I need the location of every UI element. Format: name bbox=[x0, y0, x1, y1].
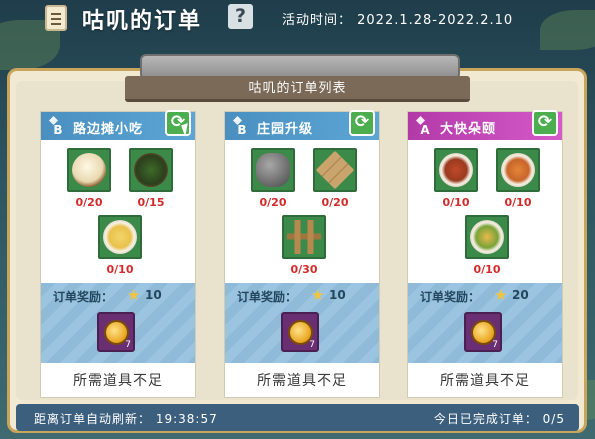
card-title: 庄园升级 bbox=[257, 122, 314, 137]
card-title: 大快朵颐 bbox=[440, 122, 497, 137]
page-title: 咕叽的订单 bbox=[82, 9, 203, 34]
reward-section: 订单奖励： ★ 10 7 bbox=[225, 283, 379, 363]
coin-quantity: 7 bbox=[125, 340, 131, 350]
salad-dish-icon bbox=[470, 220, 504, 254]
star-icon: ★ bbox=[127, 286, 141, 304]
help-button[interactable]: ? bbox=[228, 4, 253, 29]
refresh-order-button[interactable]: ⟳ bbox=[532, 110, 558, 136]
required-item-noodle-dish[interactable] bbox=[98, 215, 142, 259]
order-card: A 大快朵颐 ⟳ 0/10 0/10 0/10 订单奖励： ★ 20 7 所需道… bbox=[407, 110, 563, 398]
coin-reward-slot[interactable]: 7 bbox=[281, 312, 319, 352]
footer-bar: 距离订单自动刷新： 19:38:57 今日已完成订单： 0/5 bbox=[16, 404, 579, 431]
reward-section: 订单奖励： ★ 10 7 bbox=[41, 283, 195, 363]
order-status: 所需道具不足 bbox=[73, 373, 163, 389]
star-icon: ★ bbox=[311, 286, 325, 304]
card-header: B 庄园升级 ⟳ bbox=[225, 110, 379, 140]
egg-dish-icon bbox=[72, 153, 106, 187]
reward-section: 订单奖励： ★ 20 7 bbox=[408, 283, 562, 363]
star-reward-value: 20 bbox=[512, 288, 529, 302]
order-status: 所需道具不足 bbox=[257, 373, 347, 389]
item-count: 0/15 bbox=[137, 196, 165, 209]
reward-label: 订单奖励： bbox=[420, 290, 481, 304]
coin-quantity: 7 bbox=[309, 340, 315, 350]
item-count: 0/20 bbox=[259, 196, 287, 209]
card-title: 路边摊小吃 bbox=[73, 122, 144, 137]
required-item-wood-plank[interactable] bbox=[313, 148, 357, 192]
refresh-order-button[interactable]: ⟳ bbox=[349, 110, 375, 136]
card-header: B 路边摊小吃 ⟳ bbox=[41, 110, 195, 140]
roast-meat-icon bbox=[439, 153, 473, 187]
order-card: B 庄园升级 ⟳ 0/20 0/20 0/30 订单奖励： ★ 10 7 所需道… bbox=[224, 110, 380, 398]
header: 咕叽的订单 ? 活动时间： 2022.1.28-2022.2.10 bbox=[0, 0, 595, 36]
required-item-salad-dish[interactable] bbox=[465, 215, 509, 259]
completed-orders-count: 今日已完成订单： 0/5 bbox=[433, 412, 565, 426]
stone-icon bbox=[256, 153, 290, 187]
star-reward-value: 10 bbox=[145, 288, 162, 302]
required-item-stone[interactable] bbox=[251, 148, 295, 192]
grade-badge: B bbox=[47, 116, 69, 138]
reward-label: 订单奖励： bbox=[53, 290, 114, 304]
item-count: 0/20 bbox=[321, 196, 349, 209]
coin-reward-slot[interactable]: 7 bbox=[97, 312, 135, 352]
required-item-fish-dish[interactable] bbox=[496, 148, 540, 192]
item-count: 0/30 bbox=[290, 263, 318, 276]
fence-post-icon bbox=[287, 220, 321, 254]
required-item-fried-greens[interactable] bbox=[129, 148, 173, 192]
item-count: 0/10 bbox=[504, 196, 532, 209]
coin-quantity: 7 bbox=[492, 340, 498, 350]
item-count: 0/20 bbox=[75, 196, 103, 209]
grade-badge: B bbox=[231, 116, 253, 138]
item-count: 0/10 bbox=[473, 263, 501, 276]
coin-reward-slot[interactable]: 7 bbox=[464, 312, 502, 352]
item-count: 0/10 bbox=[442, 196, 470, 209]
order-list-sign: 咕叽的订单列表 bbox=[125, 76, 470, 102]
noodle-dish-icon bbox=[103, 220, 137, 254]
event-period: 活动时间： 2022.1.28-2022.2.10 bbox=[282, 13, 514, 28]
fried-greens-icon bbox=[134, 153, 168, 187]
order-status: 所需道具不足 bbox=[440, 373, 530, 389]
reward-label: 订单奖励： bbox=[237, 290, 298, 304]
required-item-egg-dish[interactable] bbox=[67, 148, 111, 192]
order-card: B 路边摊小吃 ⟳ 0/20 0/15 0/10 订单奖励： ★ 10 7 所需… bbox=[40, 110, 196, 398]
grade-badge: A bbox=[414, 116, 436, 138]
star-icon: ★ bbox=[494, 286, 508, 304]
item-count: 0/10 bbox=[106, 263, 134, 276]
wood-plank-icon bbox=[315, 150, 355, 190]
auto-refresh-timer: 距离订单自动刷新： 19:38:57 bbox=[34, 412, 218, 426]
required-item-fence-post[interactable] bbox=[282, 215, 326, 259]
required-item-roast-meat[interactable] bbox=[434, 148, 478, 192]
star-reward-value: 10 bbox=[329, 288, 346, 302]
card-header: A 大快朵颐 ⟳ bbox=[408, 110, 562, 140]
order-list-icon bbox=[45, 5, 67, 31]
fish-dish-icon bbox=[501, 153, 535, 187]
